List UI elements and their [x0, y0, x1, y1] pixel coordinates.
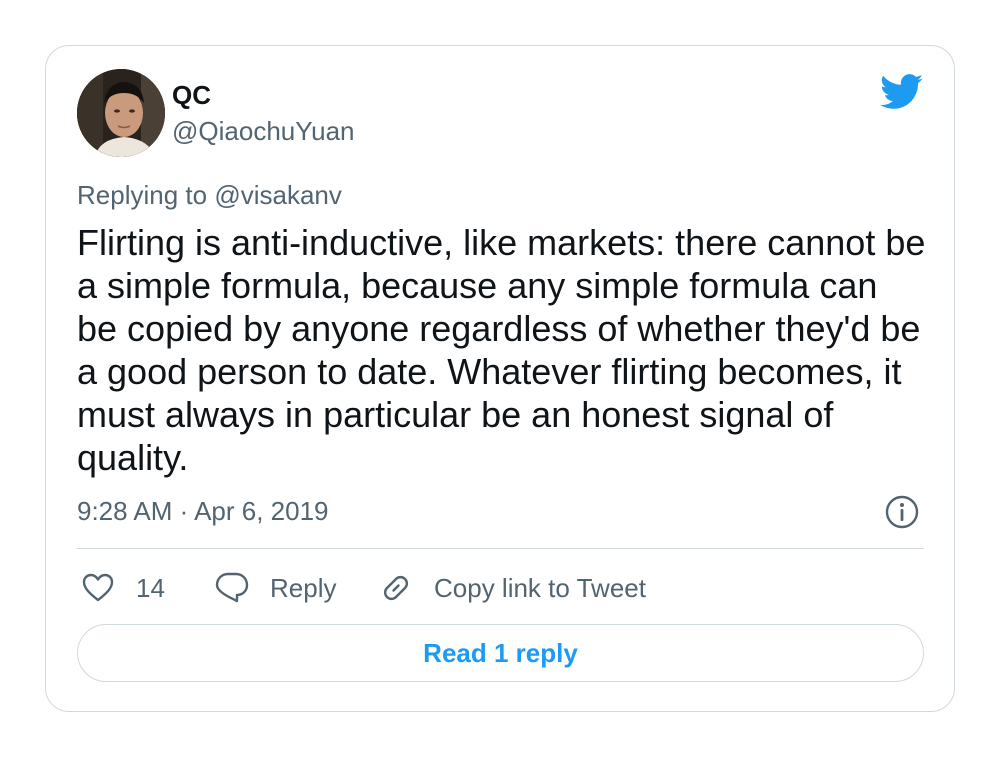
read-replies-button[interactable]: Read 1 reply: [77, 624, 924, 682]
reply-button[interactable]: Reply: [214, 566, 336, 610]
twitter-bird-icon[interactable]: [880, 74, 924, 110]
tweet-text: Flirting is anti-inductive, like markets…: [77, 222, 926, 478]
divider: [77, 548, 924, 549]
author-name[interactable]: QC: [172, 80, 211, 110]
replying-target-link[interactable]: @visakanv: [214, 180, 342, 210]
link-icon: [383, 575, 409, 601]
author-handle[interactable]: @QiaochuYuan: [172, 116, 355, 146]
copy-link-button[interactable]: Copy link to Tweet: [378, 566, 646, 610]
tweet-card: QC @QiaochuYuan Replying to @visakanv Fl…: [45, 45, 955, 712]
like-count: 14: [136, 573, 165, 603]
avatar[interactable]: [77, 69, 165, 157]
info-icon[interactable]: [884, 494, 920, 530]
replying-prefix: Replying to: [77, 180, 208, 210]
heart-icon: [82, 573, 114, 602]
reply-label: Reply: [270, 573, 337, 603]
copy-link-label: Copy link to Tweet: [434, 573, 646, 603]
speech-bubble-icon: [215, 572, 249, 603]
like-button[interactable]: 14: [80, 566, 165, 610]
tweet-timestamp[interactable]: 9:28 AM · Apr 6, 2019: [77, 496, 329, 526]
replying-to: Replying to @visakanv: [77, 180, 342, 210]
